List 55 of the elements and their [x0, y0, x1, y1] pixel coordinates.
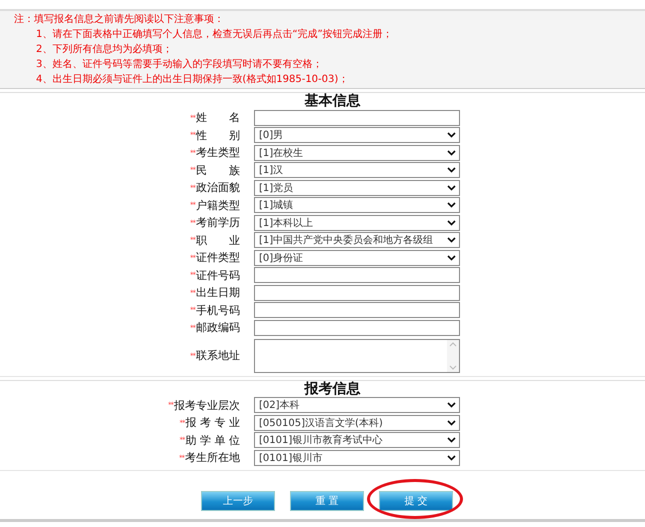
- form-button[interactable]: 提 交: [379, 490, 453, 510]
- notice-title: 注：填写报名信息之前请先阅读以下注意事项：: [14, 12, 225, 27]
- chevron-down-icon: [447, 402, 456, 408]
- chevron-down-icon: [447, 167, 456, 174]
- field-label: 考生所在地: [185, 450, 240, 466]
- notice-item: 3、姓名、证件号码等需要手动输入的字段填写时请不要有空格；: [35, 58, 324, 72]
- field-label: 邮政编码: [196, 320, 240, 336]
- input-field[interactable]: [254, 302, 460, 318]
- chevron-down-icon: [447, 132, 456, 138]
- field-label: 姓 名: [196, 110, 240, 126]
- input-field[interactable]: [254, 110, 460, 126]
- notice-item: 1、请在下面表格中正确填写个人信息，检查无误后再点击“完成”按钮完成注册；: [35, 28, 394, 42]
- notice-item: 4、出生日期必须与证件上的出生日期保持一致(格式如1985-10-03)；: [35, 72, 350, 87]
- select-field[interactable]: [0101]银川市教育考试中心: [254, 432, 460, 448]
- field-label: 民 族: [196, 162, 240, 178]
- input-field[interactable]: [254, 320, 460, 336]
- field-label: 助 学 单 位: [186, 432, 240, 448]
- field-label: 联系地址: [196, 348, 240, 363]
- field-label: 手机号码: [196, 302, 240, 318]
- select-field[interactable]: [1]汉: [254, 162, 460, 178]
- chevron-down-icon: [447, 220, 456, 226]
- select-field[interactable]: [0]身份证: [254, 250, 460, 266]
- field-label: 出生日期: [196, 285, 240, 300]
- field-label: 性 别: [196, 128, 240, 143]
- field-label: 考前学历: [196, 215, 240, 230]
- select-field[interactable]: [1]本科以上: [254, 214, 460, 231]
- chevron-down-icon: [447, 237, 456, 244]
- select-field[interactable]: [1]在校生: [254, 144, 460, 161]
- select-field[interactable]: [1]党员: [254, 180, 460, 196]
- select-field[interactable]: [1]城镇: [254, 197, 460, 214]
- field-label: 证件类型: [196, 250, 240, 266]
- select-field[interactable]: [050105]汉语言文学(本科): [254, 414, 460, 431]
- select-field[interactable]: [02]本科: [254, 397, 460, 414]
- chevron-down-icon: [447, 437, 456, 444]
- field-label: 报考专业层次: [174, 398, 240, 413]
- section-title: 报考信息: [303, 380, 360, 396]
- field-label: 政治面貌: [196, 180, 240, 196]
- field-label: 报 考 专 业: [186, 415, 240, 430]
- chevron-down-icon: [447, 254, 456, 261]
- chevron-down-icon: [447, 184, 456, 191]
- select-field[interactable]: [0]男: [254, 127, 460, 144]
- field-label: 考生类型: [196, 145, 240, 160]
- select-field[interactable]: [0101]银川市: [254, 450, 460, 466]
- chevron-down-icon: [447, 150, 456, 156]
- chevron-down-icon: [447, 202, 456, 208]
- chevron-down-icon: [447, 420, 456, 426]
- notice-item: 2、下列所有信息均为必填项；: [35, 42, 174, 57]
- field-label: 职 业: [196, 232, 240, 248]
- chevron-down-icon: [447, 454, 456, 461]
- field-label: 户籍类型: [196, 198, 240, 213]
- select-field[interactable]: [1]中国共产党中央委员会和地方各级组: [254, 232, 460, 248]
- section-title: 基本信息: [304, 93, 360, 109]
- input-field[interactable]: [254, 284, 460, 301]
- field-label: 证件号码: [196, 268, 240, 283]
- input-field[interactable]: [254, 267, 460, 284]
